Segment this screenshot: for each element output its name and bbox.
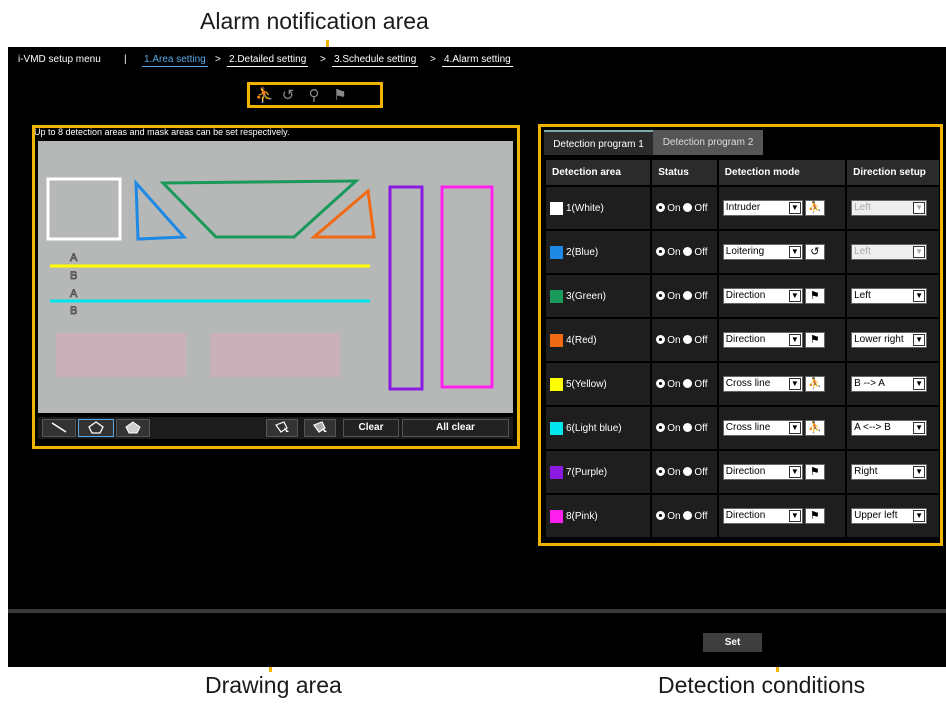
callout-detection-conditions: Detection conditions [658, 672, 866, 698]
nav-step-area-setting[interactable]: 1.Area setting [142, 54, 208, 67]
separator-bar [8, 609, 946, 613]
nav-divider: | [124, 54, 127, 65]
nav-bar: i-VMD setup menu | 1.Area setting > 2.De… [8, 47, 538, 73]
detection-conditions-frame [538, 124, 943, 546]
nav-title: i-VMD setup menu [18, 54, 101, 65]
nav-arrow: > [430, 54, 436, 65]
nav-arrow: > [320, 54, 326, 65]
set-button[interactable]: Set [703, 633, 762, 652]
nav-arrow: > [215, 54, 221, 65]
nav-step-detailed-setting[interactable]: 2.Detailed setting [227, 54, 309, 67]
nav-step-alarm-setting[interactable]: 4.Alarm setting [442, 54, 513, 67]
callout-drawing-area: Drawing area [205, 672, 342, 698]
nav-step-schedule-setting[interactable]: 3.Schedule setting [332, 54, 419, 67]
callout-alarm-notification: Alarm notification area [200, 8, 429, 34]
alarm-notification-frame [247, 82, 383, 108]
drawing-area-frame [32, 125, 520, 449]
